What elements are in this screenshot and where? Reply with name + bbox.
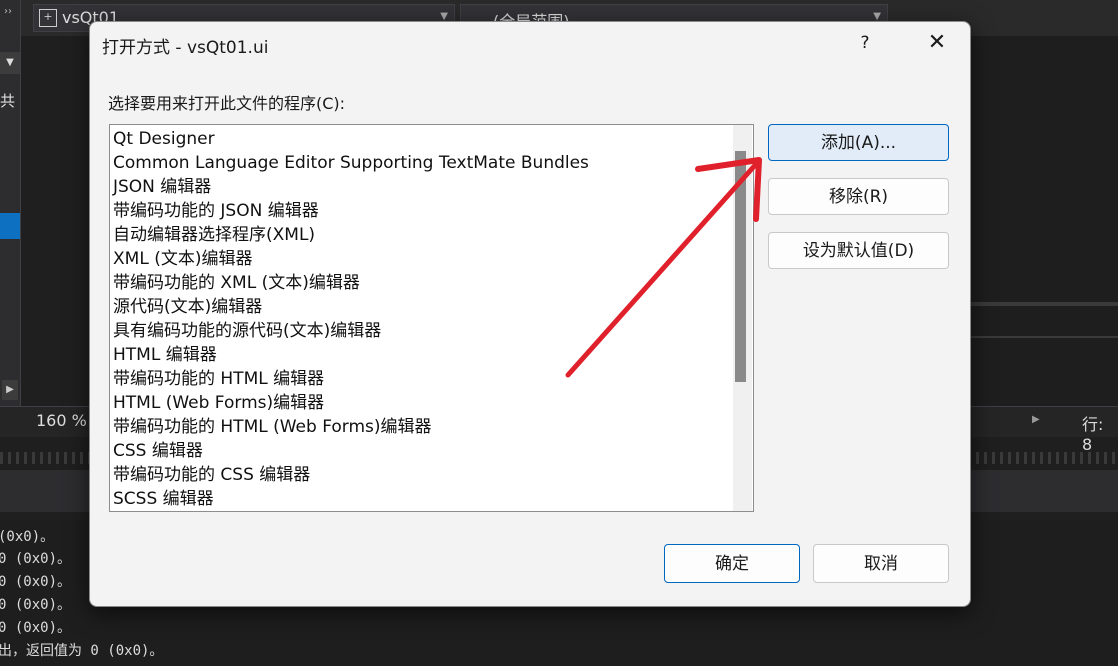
output-line: (0x0)。 [0,529,55,545]
list-item[interactable]: 具有编码功能的源代码(文本)编辑器 [113,319,381,343]
output-line: 0 (0x0)。 [0,574,72,590]
list-item[interactable]: SCSS 编辑器 [113,487,214,511]
list-item[interactable]: JSON 编辑器 [113,175,211,199]
left-tool-strip: ›› ▼ 共 ▶ [0,0,21,410]
output-line: 出，返回值为 0 (0x0)。 [0,643,164,659]
list-item[interactable]: 源代码(文本)编辑器 [113,295,262,319]
set-default-button[interactable]: 设为默认值(D) [768,232,949,269]
list-scrollbar[interactable] [733,125,752,511]
list-item[interactable]: 自动编辑器选择程序(XML) [113,223,315,247]
scroll-right-icon[interactable]: ▶ [1032,414,1040,425]
list-item[interactable]: XML (文本)编辑器 [113,247,252,271]
dropdown-arrow-icon[interactable]: ▼ [0,52,20,74]
editor-area[interactable] [970,36,1118,406]
remove-button[interactable]: 移除(R) [768,178,949,215]
cancel-button[interactable]: 取消 [813,544,949,583]
close-icon[interactable]: ✕ [915,27,959,59]
open-with-dialog: 打开方式 - vsQt01.ui ? ✕ 选择要用来打开此文件的程序(C): Q… [89,21,971,607]
ok-button[interactable]: 确定 [664,544,800,583]
line-indicator: 行: 8 [1082,415,1104,454]
list-item[interactable]: 带编码功能的 CSS 编辑器 [113,463,310,487]
help-button[interactable]: ? [845,27,885,59]
list-item[interactable]: CSS 编辑器 [113,439,203,463]
list-item[interactable]: 带编码功能的 HTML (Web Forms)编辑器 [113,415,432,439]
scrollbar-thumb[interactable] [735,151,746,382]
divider [970,302,1118,306]
divider [970,336,1118,338]
list-item[interactable]: 带编码功能的 JSON 编辑器 [113,199,319,223]
play-arrow-icon[interactable]: ▶ [2,380,18,400]
list-item[interactable]: HTML 编辑器 [113,343,217,367]
list-item[interactable]: Common Language Editor Supporting TextMa… [113,151,589,175]
add-button[interactable]: 添加(A)... [768,124,949,161]
output-line: 0 (0x0)。 [0,620,72,636]
output-line: 0 (0x0)。 [0,597,72,613]
expand-arrow-icon[interactable]: ›› [4,6,12,17]
program-list[interactable]: Qt Designer Common Language Editor Suppo… [109,124,754,512]
program-list-label: 选择要用来打开此文件的程序(C): [108,94,346,113]
dialog-title: 打开方式 - vsQt01.ui [102,38,269,58]
zoom-level[interactable]: 160 % [36,411,87,430]
list-item[interactable]: 带编码功能的 HTML 编辑器 [113,367,324,391]
selected-strip-item[interactable] [0,213,20,239]
list-item[interactable]: HTML (Web Forms)编辑器 [113,391,324,415]
list-item[interactable]: 带编码功能的 XML (文本)编辑器 [113,271,360,295]
qt-ui-file-icon: + [39,9,57,27]
list-item[interactable]: Qt Designer [113,127,215,151]
output-line: 0 (0x0)。 [0,551,72,567]
left-strip-text: 共 [0,92,16,110]
